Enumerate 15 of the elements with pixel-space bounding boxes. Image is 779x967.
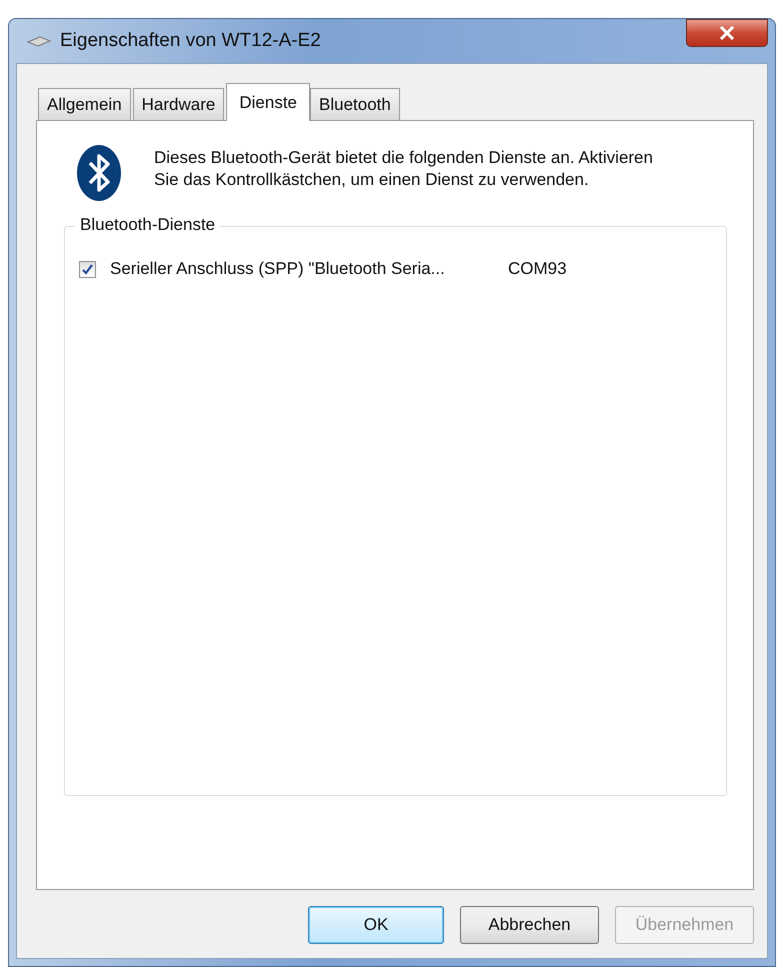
checkbox[interactable]: [79, 260, 96, 278]
service-name: Serieller Anschluss (SPP) "Bluetooth Seria...: [110, 259, 446, 279]
close-icon: [719, 26, 735, 40]
device-icon: [26, 34, 52, 48]
tab[interactable]: Bluetooth: [310, 88, 400, 120]
tab[interactable]: Dienste: [226, 83, 310, 121]
description-text: Dieses Bluetooth-Gerät bietet die folgenden Dienste an. Aktivieren Sie das Kontrollkästchen, um einen Dienst zu verwenden.: [154, 147, 654, 191]
tab[interactable]: Allgemein: [38, 88, 131, 120]
tab[interactable]: Hardware: [132, 88, 224, 120]
cancel-button[interactable]: Abbrechen: [460, 906, 599, 944]
com-port: COM93: [508, 259, 567, 279]
bluetooth-icon: [76, 144, 122, 202]
window-title: Eigenschaften von WT12-A-E2: [60, 30, 321, 52]
close-button[interactable]: [686, 19, 768, 47]
ok-button[interactable]: OK: [308, 906, 444, 944]
